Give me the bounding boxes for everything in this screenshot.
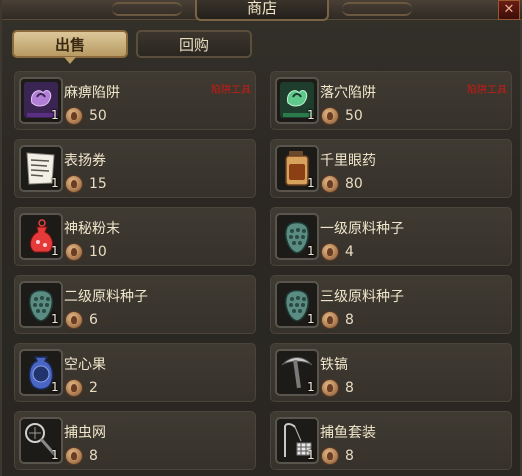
item-count: 1	[307, 448, 315, 462]
item-hollow-fruit[interactable]: 1 空心果 2	[14, 343, 256, 402]
item-count: 1	[51, 448, 59, 462]
window-title: 商店	[195, 0, 329, 21]
item-count: 1	[307, 244, 315, 258]
item-slot: 1	[19, 145, 63, 192]
item-count: 1	[307, 380, 315, 394]
tab-sell[interactable]: 出售	[12, 30, 128, 64]
item-count: 1	[307, 176, 315, 190]
item-commendation-ticket[interactable]: 1 表扬券 15	[14, 139, 256, 198]
item-tag: 陷阱工具	[467, 85, 507, 96]
item-slot: 1	[19, 213, 63, 260]
coin-icon	[321, 107, 339, 125]
item-slot: 1	[19, 281, 63, 328]
item-slot: 1	[275, 213, 319, 260]
item-count: 1	[51, 108, 59, 122]
coin-icon	[65, 311, 83, 329]
item-fishing-kit[interactable]: 1 捕鱼套装 8	[270, 411, 512, 470]
item-count: 1	[51, 380, 59, 394]
price-value: 4	[345, 244, 354, 260]
coin-icon	[65, 175, 83, 193]
coin-icon	[65, 447, 83, 465]
title-ornament-left	[112, 2, 182, 16]
item-name: 表扬券	[64, 153, 106, 169]
item-paralysis-trap[interactable]: 1 麻痹陷阱 陷阱工具 50	[14, 71, 256, 130]
item-seed-level1[interactable]: 1 一级原料种子 4	[270, 207, 512, 266]
item-name: 落穴陷阱	[320, 85, 376, 101]
price-value: 10	[89, 244, 107, 260]
shop-window: 商店 ✕ 出售 回购 1 麻痹陷阱 陷阱工具 50 1 落穴陷阱 陷阱工具 50…	[0, 0, 522, 476]
item-seed-level3[interactable]: 1 三级原料种子 8	[270, 275, 512, 334]
item-bug-net[interactable]: 1 捕虫网 8	[14, 411, 256, 470]
price-value: 8	[345, 448, 354, 464]
price-value: 8	[345, 380, 354, 396]
coin-icon	[321, 311, 339, 329]
item-mystery-powder[interactable]: 1 神秘粉末 10	[14, 207, 256, 266]
item-count: 1	[51, 312, 59, 326]
item-name: 神秘粉末	[64, 221, 120, 237]
price-value: 8	[345, 312, 354, 328]
item-name: 千里眼药	[320, 153, 376, 169]
close-x-icon[interactable]: ✕	[498, 0, 520, 20]
coin-icon	[65, 243, 83, 261]
item-count: 1	[51, 176, 59, 190]
coin-icon	[321, 243, 339, 261]
item-name: 捕虫网	[64, 425, 106, 441]
price-value: 50	[89, 108, 107, 124]
price-value: 6	[89, 312, 98, 328]
item-slot: 1	[19, 77, 63, 124]
item-slot: 1	[275, 417, 319, 464]
item-slot: 1	[275, 77, 319, 124]
item-slot: 1	[275, 145, 319, 192]
item-slot: 1	[275, 281, 319, 328]
item-pitfall-trap[interactable]: 1 落穴陷阱 陷阱工具 50	[270, 71, 512, 130]
coin-icon	[321, 447, 339, 465]
price-value: 80	[345, 176, 363, 192]
item-count: 1	[307, 108, 315, 122]
item-slot: 1	[275, 349, 319, 396]
item-psychoserum[interactable]: 1 千里眼药 80	[270, 139, 512, 198]
item-name: 空心果	[64, 357, 106, 373]
item-count: 1	[307, 312, 315, 326]
price-value: 50	[345, 108, 363, 124]
item-tag: 陷阱工具	[211, 85, 251, 96]
item-slot: 1	[19, 349, 63, 396]
price-value: 2	[89, 380, 98, 396]
price-value: 8	[89, 448, 98, 464]
coin-icon	[65, 379, 83, 397]
item-count: 1	[51, 244, 59, 258]
item-name: 捕鱼套装	[320, 425, 376, 441]
item-slot: 1	[19, 417, 63, 464]
item-name: 二级原料种子	[64, 289, 148, 305]
item-name: 三级原料种子	[320, 289, 404, 305]
tab-buyback[interactable]: 回购	[136, 30, 252, 58]
item-name: 麻痹陷阱	[64, 85, 120, 101]
title-ornament-right	[342, 2, 412, 16]
item-seed-level2[interactable]: 1 二级原料种子 6	[14, 275, 256, 334]
coin-icon	[321, 175, 339, 193]
coin-icon	[65, 107, 83, 125]
item-name: 铁镐	[320, 357, 348, 373]
item-iron-pickaxe[interactable]: 1 铁镐 8	[270, 343, 512, 402]
coin-icon	[321, 379, 339, 397]
item-name: 一级原料种子	[320, 221, 404, 237]
price-value: 15	[89, 176, 107, 192]
